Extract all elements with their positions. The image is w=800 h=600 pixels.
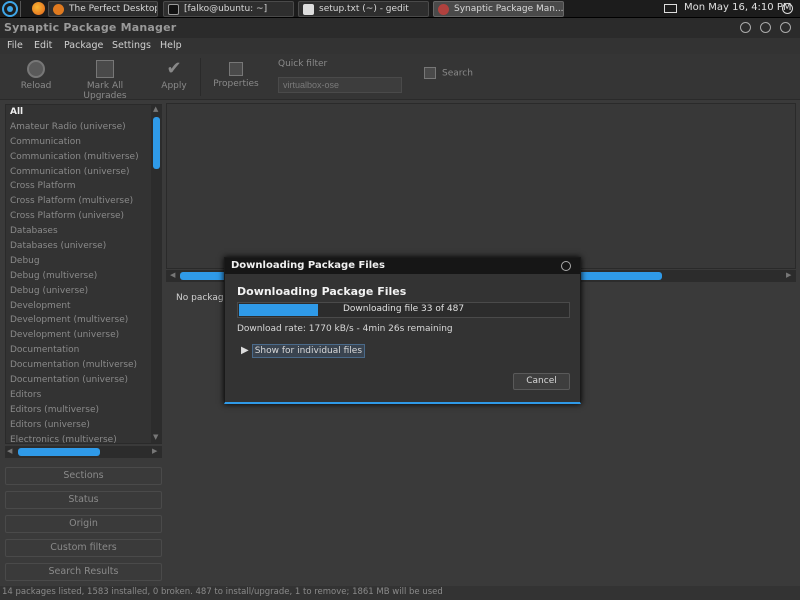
section-item[interactable]: Debug — [6, 254, 150, 269]
section-item[interactable]: Debug (universe) — [6, 284, 150, 299]
section-item[interactable]: Cross Platform (multiverse) — [6, 194, 150, 209]
ubuntu-logo-icon[interactable] — [2, 1, 18, 17]
search-icon — [424, 67, 436, 79]
clock[interactable]: Mon May 16, 4:10 PM — [684, 2, 792, 13]
package-list[interactable] — [166, 103, 796, 269]
section-item[interactable]: Development (multiverse) — [6, 313, 150, 328]
custom-filters-button[interactable]: Custom filters — [5, 539, 162, 557]
section-item[interactable]: Development — [6, 299, 150, 314]
download-progress-bar: Downloading file 33 of 487 — [237, 302, 570, 318]
section-item[interactable]: Documentation (universe) — [6, 373, 150, 388]
download-rate: Download rate: 1770 kB/s - 4min 26s rema… — [237, 324, 453, 334]
window-title: Synaptic Package Manager — [4, 21, 177, 34]
sections-hscroll-thumb[interactable] — [18, 448, 100, 456]
reload-icon — [27, 60, 45, 78]
reload-button[interactable]: Reload — [14, 60, 58, 91]
sections-filter-button[interactable]: Sections — [5, 467, 162, 485]
section-item[interactable]: Communication (universe) — [6, 165, 150, 180]
toolbar-separator — [200, 58, 201, 96]
section-item[interactable]: Editors (multiverse) — [6, 403, 150, 418]
section-item[interactable]: Documentation (multiverse) — [6, 358, 150, 373]
panel-separator — [20, 1, 21, 17]
task-gedit[interactable]: setup.txt (~) - gedit — [298, 1, 429, 17]
menu-edit[interactable]: Edit — [34, 40, 52, 51]
task-firefox[interactable]: The Perfect Desktop - ... — [48, 1, 158, 17]
menu-help[interactable]: Help — [160, 40, 182, 51]
scroll-right-icon[interactable]: ▶ — [152, 447, 157, 455]
menubar: File Edit Package Settings Help — [0, 38, 800, 54]
firefox-icon — [53, 4, 64, 15]
minimize-button[interactable] — [740, 22, 751, 33]
package-description: No package — [176, 293, 230, 303]
section-item[interactable]: Editors (universe) — [6, 418, 150, 433]
section-item[interactable]: Editors — [6, 388, 150, 403]
section-item[interactable]: Development (universe) — [6, 328, 150, 343]
toolbar: Reload Mark All Upgrades ✔ Apply Propert… — [0, 54, 800, 101]
terminal-icon — [168, 4, 179, 15]
sections-items: All Amateur Radio (universe) Communication… — [6, 105, 150, 447]
section-item[interactable]: Cross Platform (universe) — [6, 209, 150, 224]
apply-button[interactable]: ✔ Apply — [156, 58, 192, 92]
close-button[interactable] — [780, 22, 791, 33]
show-individual-files-expander[interactable]: ▶ Show for individual files — [241, 344, 366, 358]
scroll-left-icon[interactable]: ◀ — [7, 447, 12, 455]
synaptic-icon — [438, 4, 449, 15]
dialog-title: Downloading Package Files — [231, 260, 385, 271]
search-button[interactable]: Search — [424, 67, 484, 79]
power-icon[interactable] — [782, 3, 793, 14]
section-item[interactable]: Documentation — [6, 343, 150, 358]
firefox-launcher-icon[interactable] — [32, 2, 45, 15]
quick-filter-label: Quick filter — [278, 59, 328, 69]
screen: The Perfect Desktop - ... [falko@ubuntu:… — [0, 0, 800, 600]
top-panel: The Perfect Desktop - ... [falko@ubuntu:… — [0, 0, 800, 18]
scroll-down-icon[interactable]: ▼ — [153, 433, 158, 441]
section-item[interactable]: All — [6, 105, 150, 120]
scroll-right-icon[interactable]: ▶ — [786, 271, 791, 279]
dialog-close-icon[interactable] — [561, 261, 571, 271]
text-editor-icon — [303, 4, 314, 15]
task-synaptic[interactable]: Synaptic Package Man... — [433, 1, 564, 17]
sections-list[interactable]: All Amateur Radio (universe) Communication… — [5, 104, 162, 447]
expander-label: Show for individual files — [251, 344, 366, 358]
section-item[interactable]: Databases — [6, 224, 150, 239]
maximize-button[interactable] — [760, 22, 771, 33]
progress-text: Downloading file 33 of 487 — [342, 304, 465, 314]
task-terminal[interactable]: [falko@ubuntu: ~] — [163, 1, 294, 17]
section-item[interactable]: Databases (universe) — [6, 239, 150, 254]
status-bar: 14 packages listed, 1583 installed, 0 br… — [0, 586, 800, 600]
section-item[interactable]: Communication — [6, 135, 150, 150]
properties-icon — [229, 62, 243, 76]
cancel-button[interactable]: Cancel — [513, 373, 570, 390]
dialog-heading: Downloading Package Files — [237, 285, 407, 298]
menu-file[interactable]: File — [7, 40, 23, 51]
checkmark-icon: ✔ — [166, 58, 182, 79]
expander-arrow-icon[interactable]: ▶ — [241, 345, 249, 356]
status-filter-button[interactable]: Status — [5, 491, 162, 509]
menu-package[interactable]: Package — [64, 40, 103, 51]
mark-all-upgrades-button[interactable]: Mark All Upgrades — [64, 60, 146, 101]
quick-filter-input[interactable] — [278, 77, 402, 93]
scroll-left-icon[interactable]: ◀ — [170, 271, 175, 279]
search-results-button[interactable]: Search Results — [5, 563, 162, 581]
window-titlebar[interactable]: Synaptic Package Manager — [0, 18, 800, 38]
properties-button[interactable]: Properties — [212, 60, 260, 89]
scroll-up-icon[interactable]: ▲ — [153, 105, 158, 113]
section-item[interactable]: Cross Platform — [6, 179, 150, 194]
upgrade-icon — [96, 60, 114, 78]
sections-scroll-thumb[interactable] — [153, 117, 160, 169]
mail-icon[interactable] — [664, 4, 677, 13]
section-item[interactable]: Debug (multiverse) — [6, 269, 150, 284]
origin-filter-button[interactable]: Origin — [5, 515, 162, 533]
menu-settings[interactable]: Settings — [112, 40, 151, 51]
section-item[interactable]: Amateur Radio (universe) — [6, 120, 150, 135]
sections-hscrollbar[interactable]: ◀ ▶ — [5, 446, 162, 458]
dialog-titlebar[interactable]: Downloading Package Files — [225, 258, 580, 274]
download-dialog: Downloading Package Files Downloading Pa… — [224, 257, 581, 404]
section-item[interactable]: Communication (multiverse) — [6, 150, 150, 165]
